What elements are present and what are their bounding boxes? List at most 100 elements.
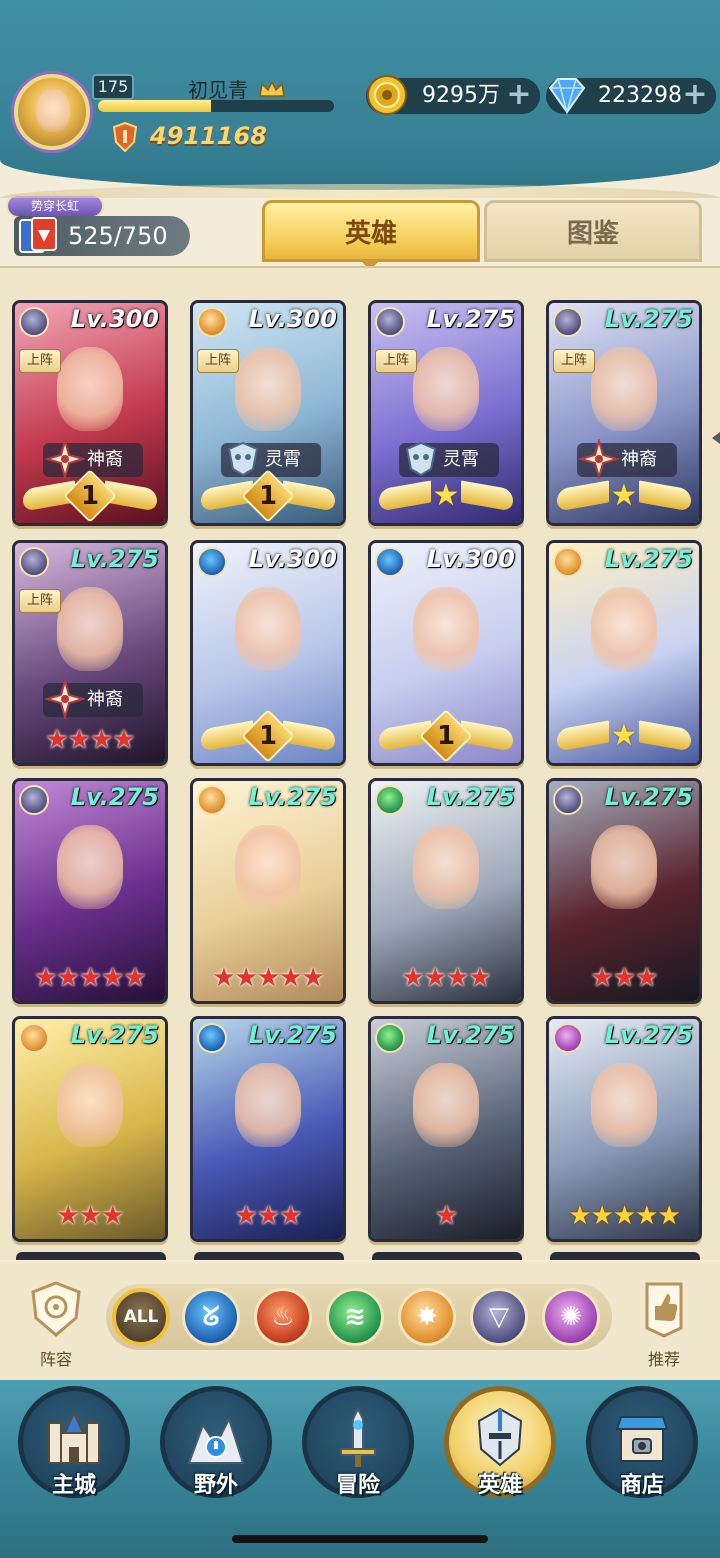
light-faction-icon (553, 547, 583, 577)
filter-void-button[interactable]: ✺ (542, 1288, 600, 1346)
filter-light-button[interactable]: ✸ (398, 1288, 456, 1346)
adventure-icon (340, 1406, 376, 1467)
celestial-icon (227, 441, 259, 477)
hero-title-label: 神裔 (87, 689, 123, 710)
hero-level: Lv.300 (248, 305, 337, 333)
rank-wing-badge: 1 (201, 469, 335, 523)
hero-card[interactable]: Lv.275 上阵神裔 ★ (546, 300, 702, 526)
hero-grid: Lv.300 上阵 神裔 1 Lv.300 上阵 灵霄 1 Lv.275 上阵 灵霄 ★ Lv.275 上… (0, 266, 720, 1260)
hero-card[interactable]: Lv.275 ★★★ (12, 1016, 168, 1242)
rank-wing-badge: ★ (557, 717, 691, 759)
dark-faction-icon (375, 307, 405, 337)
next-row-card (194, 1252, 344, 1260)
hero-card[interactable]: Lv.300 上阵 神裔 1 (12, 300, 168, 526)
add-gems-button[interactable]: + (680, 80, 710, 111)
hero-title-label: 灵霄 (265, 449, 301, 470)
hero-level: Lv.275 (604, 305, 693, 333)
rank-wing-badge: ★ (379, 477, 513, 519)
hero-card[interactable]: Lv.275 ★ (546, 540, 702, 766)
dark-faction-icon: ▽ (489, 1302, 509, 1332)
wind-faction-icon (375, 1023, 405, 1053)
scroll-right-icon[interactable] (712, 432, 720, 444)
exp-bar (98, 100, 334, 112)
star-rating: ★★★★★ (212, 963, 325, 993)
hero-card[interactable]: Lv.300 1 (190, 540, 346, 766)
dark-faction-icon (19, 307, 49, 337)
rank-wing-badge: ★ (557, 477, 691, 519)
hero-card[interactable]: Lv.275 ★★★★★ (546, 1016, 702, 1242)
rank-number: 1 (258, 481, 278, 511)
next-row-card (550, 1252, 700, 1260)
lineup-button[interactable]: 阵容 (20, 1280, 92, 1370)
gem-amount: 223298 (598, 83, 682, 108)
player-avatar[interactable]: 势穿长虹 (6, 68, 104, 218)
hero-card[interactable]: Lv.300 1 (368, 540, 524, 766)
deployed-badge: 上阵 (375, 349, 417, 373)
rank-wing-badge: 1 (201, 709, 335, 763)
rank-number: 1 (436, 721, 456, 751)
light-faction-icon (19, 1023, 49, 1053)
star-rating: ★★★★ (401, 963, 491, 993)
recommend-button[interactable]: 推荐 (628, 1280, 700, 1370)
wing-right (461, 480, 513, 512)
hero-level: Lv.275 (70, 783, 159, 811)
hero-level: Lv.300 (426, 545, 515, 573)
filter-fire-button[interactable]: ♨ (254, 1288, 312, 1346)
star-rating: ★★★ (56, 1201, 125, 1231)
nav-shop[interactable]: 商店 (586, 1386, 698, 1498)
filter-all-button[interactable]: ALL (112, 1288, 170, 1346)
hero-title-label: 神裔 (621, 449, 657, 470)
hero-title-label: 灵霄 (443, 449, 479, 470)
add-gold-button[interactable]: + (504, 80, 534, 111)
recommend-label: 推荐 (647, 1350, 680, 1369)
combat-power: 4911168 (150, 122, 267, 150)
nav-wilderness[interactable]: 野外 (160, 1386, 272, 1498)
deployed-badge: 上阵 (553, 349, 595, 373)
wing-left (379, 480, 431, 512)
hero-title-tag: 神裔 (577, 439, 677, 479)
wind-faction-icon: ≋ (344, 1302, 366, 1332)
hero-card[interactable]: Lv.275 ★ (368, 1016, 524, 1242)
water-faction-icon (197, 1023, 227, 1053)
tab-codex[interactable]: 图鉴 (484, 200, 702, 262)
hero-card[interactable]: Lv.275 ★★★ (546, 778, 702, 1004)
star-rating: ★★★ (234, 1201, 303, 1231)
hero-title-label: 神裔 (87, 449, 123, 470)
filter-wind-button[interactable]: ≋ (326, 1288, 384, 1346)
filter-water-button[interactable]: ᘜ (182, 1288, 240, 1346)
dark-faction-icon (553, 785, 583, 815)
lineup-icon (31, 1281, 81, 1337)
rank-star-icon: ★ (432, 478, 460, 513)
deployed-badge: 上阵 (197, 349, 239, 373)
hero-card[interactable]: Lv.275 ★★★★ (368, 778, 524, 1004)
deployed-badge: 上阵 (19, 589, 61, 613)
wilderness-icon (187, 1416, 245, 1464)
hero-card[interactable]: Lv.275 ★★★★★ (12, 778, 168, 1004)
hero-capacity-text: 525/750 (68, 222, 168, 250)
tab-heroes[interactable]: 英雄 (262, 200, 480, 262)
rank-number: 1 (80, 481, 100, 511)
next-row-card (16, 1252, 166, 1260)
dark-faction-icon (19, 785, 49, 815)
celestial-icon (405, 441, 437, 477)
hero-card[interactable]: Lv.275 ★★★★★ (190, 778, 346, 1004)
rank-wing-badge: 1 (23, 469, 157, 523)
hero-card[interactable]: Lv.275 上阵 神裔 ★★★★ (12, 540, 168, 766)
hero-level: Lv.275 (70, 545, 159, 573)
hero-card[interactable]: Lv.300 上阵灵霄 1 (190, 300, 346, 526)
hero-card[interactable]: Lv.275 上阵 灵霄 ★ (368, 300, 524, 526)
wing-left (557, 720, 609, 752)
filter-dark-button[interactable]: ▽ (470, 1288, 528, 1346)
divine-icon (45, 679, 85, 719)
nav-hero-helmet[interactable]: 英雄 (444, 1386, 556, 1498)
wing-right (639, 720, 691, 752)
hero-card[interactable]: Lv.275 ★★★ (190, 1016, 346, 1242)
rank-number: 1 (258, 721, 278, 751)
star-rating: ★★★★★ (568, 1201, 681, 1231)
nav-adventure[interactable]: 冒险 (302, 1386, 414, 1498)
hero-capacity: 525/750 (14, 216, 190, 256)
hero-level: Lv.275 (604, 1021, 693, 1049)
nav-castle[interactable]: 主城 (18, 1386, 130, 1498)
faction-filter-strip: ALL ᘜ ♨ ≋ ✸ ▽ ✺ (106, 1284, 612, 1350)
nav-label: 主城 (51, 1473, 96, 1498)
